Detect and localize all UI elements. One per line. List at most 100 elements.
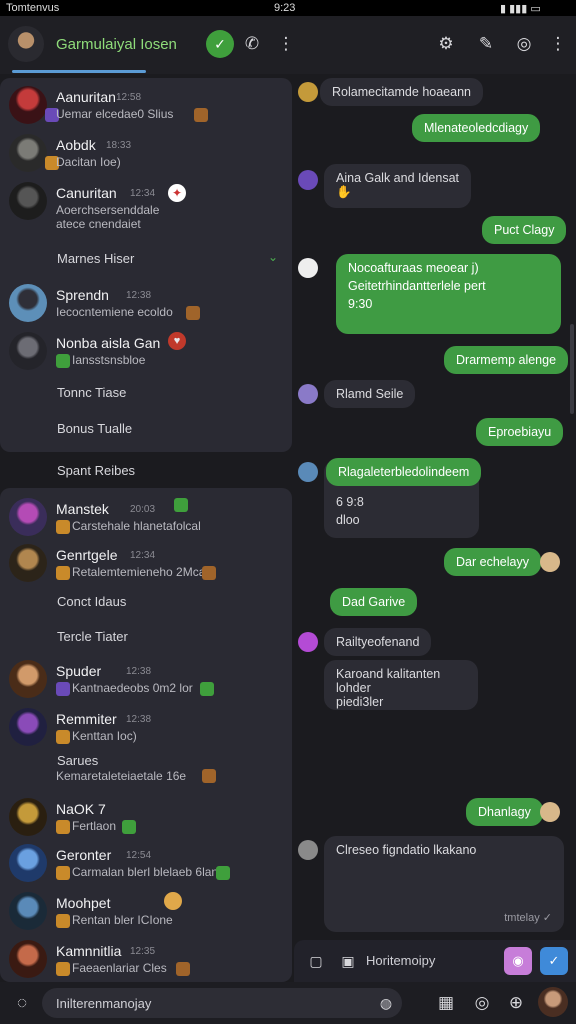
sticker-icon[interactable]: ▣: [334, 947, 362, 975]
avatar: [9, 844, 47, 882]
avatar[interactable]: [538, 987, 568, 1017]
section-label[interactable]: Spant Reibes: [57, 463, 135, 478]
list-item[interactable]: Kamnnitlia 12:35 Faeaenlariar Cles: [0, 934, 292, 982]
list-item[interactable]: Nonba aisla Gan ♥ Iansstsnsbloe: [0, 326, 292, 374]
emoji-icon: [56, 820, 70, 834]
emoji-icon: [164, 892, 182, 910]
contact-name: Aobdk: [56, 137, 96, 153]
settings-icon[interactable]: ⚙: [432, 30, 460, 58]
emoji-icon: [200, 682, 214, 696]
attach-icon[interactable]: ▢: [302, 947, 330, 975]
section-label[interactable]: Tonnc Tiase: [57, 385, 126, 400]
message-bubble: Puct Clagy: [482, 216, 567, 244]
section-label[interactable]: Marnes Hiser: [57, 251, 134, 266]
search-input[interactable]: Inilterenmanojay: [56, 996, 151, 1011]
emoji-icon: [174, 498, 188, 512]
compass-icon[interactable]: ⊕: [502, 989, 530, 1017]
message-preview: Kenttan Ioc): [72, 729, 137, 743]
message-bubble: Karoand kalitanten lohder piedi3ler: [324, 660, 478, 710]
avatar: [298, 840, 318, 860]
message-preview: Rentan bler ICIone: [72, 913, 173, 927]
chat-panel: Rolamecitamde hoaeann Mlenateoledcdiagy …: [294, 74, 576, 982]
message-bubble: Rlamd Seile: [324, 380, 416, 408]
message-bubble: Rolamecitamde hoaeann: [320, 78, 483, 106]
list-item[interactable]: Moohpet Rentan bler ICIone: [0, 886, 292, 934]
more-icon[interactable]: ⋮: [272, 30, 300, 58]
avatar: [298, 462, 318, 482]
add-icon[interactable]: ✓: [206, 30, 234, 58]
message-bubble: Mlenateoledcdiagy: [412, 114, 541, 142]
message-composer: ▢ ▣ Horitemoipy ◉ ✓: [294, 940, 576, 982]
emoji-icon: [194, 108, 208, 122]
camera-icon[interactable]: ◉: [504, 947, 532, 975]
list-item[interactable]: Geronter 12:54 Carmalan blerl blelaeb 6l…: [0, 838, 292, 886]
list-item[interactable]: Canuritan 12:34 ✦ Aoerchsersenddale atec…: [0, 176, 292, 238]
avatar: [9, 708, 47, 746]
avatar: [9, 892, 47, 930]
timestamp: 12:35: [130, 946, 156, 957]
avatar: [298, 384, 318, 404]
emoji-icon: [56, 866, 70, 880]
message-preview: Faeaenlariar Cles: [72, 961, 167, 975]
section-label[interactable]: Sarues: [57, 753, 98, 768]
emoji-icon: [56, 914, 70, 928]
contact-name: Remmiter: [56, 711, 117, 727]
avatar: [298, 170, 318, 190]
message-preview: Carstehale hlanetafolcal: [72, 519, 201, 533]
message-text-line2: Geitetrhindantterlele pert: [348, 279, 486, 293]
contact-name: Moohpet: [56, 895, 111, 911]
message-preview: Carmalan blerl blelaeb 6lan: [72, 865, 219, 879]
search-bar[interactable]: Inilterenmanojay ◍: [42, 988, 402, 1018]
timestamp: 12:58: [116, 92, 142, 103]
contact-name: Aanuritan: [56, 89, 116, 105]
message-bubble: Dhanlagy: [466, 798, 543, 826]
list-item[interactable]: Aanuritan 12:58 Uemar elcedae0 Slius: [0, 80, 292, 128]
more-vert-icon[interactable]: ⋮: [544, 30, 572, 58]
timestamp: 12:34: [130, 188, 156, 199]
emoji-icon: [202, 566, 216, 580]
avatar[interactable]: [8, 26, 44, 62]
contact-list: Aanuritan 12:58 Uemar elcedae0 Slius Aob…: [0, 74, 294, 982]
status-bar: Tomtenvus 9:23 ▮ ▮▮▮ ▭: [0, 0, 576, 16]
page-title: Garmulaiyal Iosen: [56, 36, 177, 53]
section-label[interactable]: Bonus Tualle: [57, 421, 132, 436]
message-preview: Aoerchsersenddale: [56, 203, 160, 217]
emoji-icon: [56, 566, 70, 580]
list-item[interactable]: Spuder 12:38 Kantnaedeobs 0m2 lor: [0, 654, 292, 702]
call-icon[interactable]: ✆: [238, 30, 266, 58]
emoji-icon: [56, 520, 70, 534]
mic-icon[interactable]: ◍: [372, 989, 400, 1017]
message-preview: Dacitan Ioe): [56, 155, 121, 169]
timestamp: 20:03: [130, 504, 156, 515]
message-bubble: Dad Garive: [330, 588, 418, 616]
avatar: [298, 82, 318, 102]
message-bubble: Eproebiayu: [476, 418, 564, 446]
section-label[interactable]: Tercle Tiater: [57, 629, 128, 644]
list-item[interactable]: Manstek 20:03 Carstehale hlanetafolcal: [0, 492, 292, 540]
edit-icon[interactable]: ✎: [472, 30, 500, 58]
avatar: [9, 332, 47, 370]
grid-icon[interactable]: ▦: [432, 989, 460, 1017]
timestamp: 12:38: [126, 290, 152, 301]
message-input[interactable]: Horitemoipy: [366, 953, 435, 968]
section-label[interactable]: Conct Idaus: [57, 594, 126, 609]
avatar: [9, 182, 47, 220]
list-item[interactable]: Sprendn 12:38 Iecocntemiene ecoldo: [0, 278, 292, 326]
emoji-icon: [540, 802, 560, 822]
app-header: Garmulaiyal Iosen ✓ ✆ ⋮ ⚙ ✎ ◎ ⋮: [0, 16, 576, 74]
timestamp: 12:34: [130, 550, 156, 561]
list-item[interactable]: NaOK 7 Fertlaon: [0, 792, 292, 840]
contact-name: Kamnnitlia: [56, 943, 122, 959]
contact-name: Nonba aisla Gan: [56, 335, 161, 351]
heart-icon: ♥: [168, 332, 186, 350]
camera-icon[interactable]: ◎: [468, 989, 496, 1017]
info-icon[interactable]: ◎: [510, 30, 538, 58]
list-item[interactable]: Genrtgele 12:34 Retalemtemieneho 2Mcar: [0, 538, 292, 586]
scrollbar[interactable]: [570, 324, 574, 414]
emoji-icon: [56, 354, 70, 368]
list-item[interactable]: Remmiter 12:38 Kenttan Ioc): [0, 702, 292, 750]
send-icon[interactable]: ✓: [540, 947, 568, 975]
contact-name: NaOK 7: [56, 801, 106, 817]
list-item[interactable]: Aobdk 18:33 Dacitan Ioe): [0, 128, 292, 176]
chat-icon[interactable]: ◌: [8, 989, 36, 1017]
